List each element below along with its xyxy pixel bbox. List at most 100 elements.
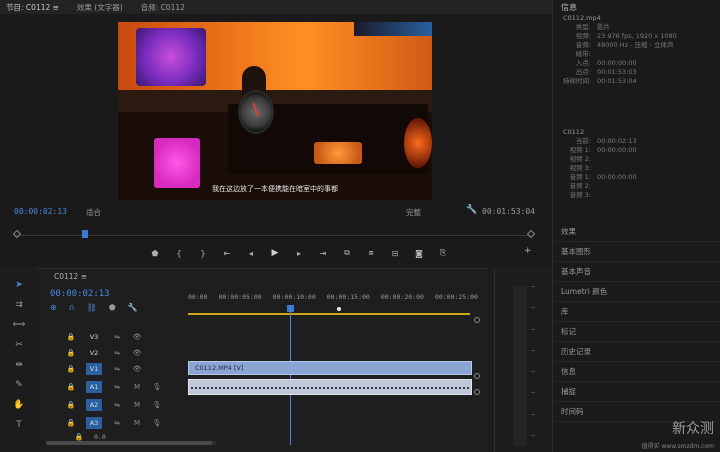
track-end-icon: [474, 317, 480, 323]
watch-object: [238, 90, 274, 134]
eye-icon[interactable]: 👁: [132, 349, 142, 357]
panel-tabs: 节目: C0112 ≡ 效果 (文字器) 音频: C0112: [0, 0, 552, 14]
zoom-select[interactable]: 适合: [86, 207, 101, 218]
timeline-panel: C0112 ≡ 00:00:02:13 ⊕ ∩ ⛓ ⬟ 🔧 00:00 00:0…: [38, 268, 488, 452]
selection-icon[interactable]: ➤: [15, 280, 23, 290]
slip-icon[interactable]: ⇹: [15, 360, 23, 370]
lock-icon[interactable]: 🔒: [66, 401, 76, 409]
mic-icon[interactable]: 🎙: [152, 401, 162, 409]
sync-icon[interactable]: ⇋: [112, 383, 122, 391]
timeline-scroll-thumb[interactable]: [46, 441, 212, 445]
mic-icon[interactable]: 🎙: [152, 419, 162, 427]
panel-item-essential-graphics[interactable]: 基本图形: [555, 242, 719, 262]
tools-panel: ➤ ⇉ ⟺ ✂ ⇹ ✎ ✋ T: [8, 276, 30, 436]
resolution-select[interactable]: 完整: [406, 207, 421, 218]
sync-icon[interactable]: ⇋: [112, 401, 122, 409]
lock-icon[interactable]: 🔒: [66, 333, 76, 341]
audio-meter: [494, 268, 552, 452]
settings-wrench-icon[interactable]: 🔧: [128, 303, 138, 312]
clip-info: C0112.mp4 类型: 影片 视频: 23.976 fps, 1920 x 10…: [563, 14, 677, 85]
overwrite-icon[interactable]: ⧈: [366, 248, 376, 258]
video-clip[interactable]: C0112.MP4 [V]: [188, 361, 472, 375]
panel-item-effects[interactable]: 效果: [555, 222, 719, 242]
mute-icon[interactable]: M: [132, 419, 142, 427]
lock-icon: 🔒: [74, 433, 84, 441]
export-icon[interactable]: ⎘: [438, 248, 448, 258]
eye-icon[interactable]: 👁: [132, 333, 142, 341]
pen-icon[interactable]: ✎: [15, 380, 23, 390]
watermark-text: 新众测: [672, 421, 714, 437]
sync-icon[interactable]: ⇋: [112, 349, 122, 357]
type-icon[interactable]: T: [16, 420, 22, 430]
watermark-url: 值得买 www.smzdm.com: [641, 443, 714, 450]
time-ruler[interactable]: 00:00 00:00:05:00 00:00:10:00 00:00:15:0…: [188, 293, 478, 307]
track-select-icon[interactable]: ⇉: [15, 300, 23, 310]
meter-bar: [513, 286, 527, 446]
razor-icon[interactable]: ✂: [15, 340, 23, 350]
panel-item-markers[interactable]: 标记: [555, 322, 719, 342]
out-point-icon: [526, 229, 536, 239]
playhead-timecode[interactable]: 00:00:02:13: [14, 207, 67, 216]
lock-icon[interactable]: 🔒: [66, 383, 76, 391]
work-area-bar[interactable]: [188, 313, 470, 315]
tab-effects-controls[interactable]: 效果 (文字器): [77, 2, 123, 13]
add-marker-icon[interactable]: ⬟: [109, 303, 116, 312]
lock-icon[interactable]: 🔒: [66, 365, 76, 373]
wrench-icon[interactable]: 🔧: [466, 205, 477, 215]
video-subtitle: 我在这边放了一本便携能在暗室中的事都: [212, 185, 338, 193]
camera-icon[interactable]: ◙: [414, 249, 424, 258]
monitor-scrubber[interactable]: [12, 228, 536, 242]
tab-audio-clip-mixer[interactable]: 音频: C0112: [141, 2, 185, 13]
snap-icon[interactable]: ∩: [69, 303, 75, 312]
goto-out-icon[interactable]: ⇥: [318, 249, 328, 258]
track-header-v1: 🔒 V1 ⇋ 👁: [66, 363, 142, 375]
sync-icon[interactable]: ⇋: [112, 333, 122, 341]
scrub-playhead[interactable]: [82, 230, 88, 238]
eye-icon[interactable]: 👁: [132, 365, 142, 373]
audio-clip[interactable]: [188, 379, 472, 395]
panel-item-essential-sound[interactable]: 基本声音: [555, 262, 719, 282]
in-point-icon: [12, 229, 22, 239]
play-icon[interactable]: ▶: [270, 248, 280, 258]
timeline-timecode[interactable]: 00:00:02:13: [50, 289, 110, 299]
marker-icon[interactable]: ⬟: [150, 249, 160, 258]
ripple-icon[interactable]: ⟺: [13, 320, 26, 330]
sequence-tab[interactable]: C0112 ≡: [54, 272, 87, 281]
track-header-a2: 🔒 A2 ⇋ M 🎙: [66, 399, 162, 411]
insert-icon[interactable]: ⧉: [342, 248, 352, 258]
nest-icon[interactable]: ⊕: [50, 303, 57, 312]
track-end-icon: [474, 389, 480, 395]
mic-icon[interactable]: 🎙: [152, 383, 162, 391]
out-icon[interactable]: }: [198, 249, 208, 258]
panel-item-libraries[interactable]: 库: [555, 302, 719, 322]
lock-icon[interactable]: 🔒: [66, 349, 76, 357]
transport-controls: ⬟ { } ⇤ ◂ ▶ ▸ ⇥ ⧉ ⧈ ⊟ ◙ ⎘: [150, 246, 448, 260]
lock-icon[interactable]: 🔒: [66, 419, 76, 427]
panel-item-info[interactable]: 信息: [555, 362, 719, 382]
in-icon[interactable]: {: [174, 249, 184, 258]
add-button[interactable]: +: [524, 246, 532, 256]
sequence-info: C0112 当前: 00:00:02:13 视频 1: 00:00:00:00 视频…: [563, 128, 637, 199]
sync-icon[interactable]: ⇋: [112, 419, 122, 427]
lift-icon[interactable]: ⊟: [390, 249, 400, 258]
tab-program[interactable]: 节目: C0112 ≡: [6, 2, 59, 13]
mute-icon[interactable]: M: [132, 401, 142, 409]
track-header-a1: 🔒 A1 ⇋ M 🎙: [66, 381, 162, 393]
step-forward-icon[interactable]: ▸: [294, 249, 304, 258]
panel-item-capture[interactable]: 捕捉: [555, 382, 719, 402]
program-monitor: 我在这边放了一本便携能在暗室中的事都 00:00:02:13 适合 完整 🔧 0…: [0, 14, 552, 267]
sync-icon[interactable]: ⇋: [112, 365, 122, 373]
timeline-scrollbar[interactable]: [46, 441, 216, 445]
hand-icon[interactable]: ✋: [13, 400, 24, 410]
goto-in-icon[interactable]: ⇤: [222, 249, 232, 258]
linked-select-icon[interactable]: ⛓: [87, 303, 97, 312]
track-header-v3: 🔒 V3 ⇋ 👁: [66, 333, 142, 341]
step-back-icon[interactable]: ◂: [246, 249, 256, 258]
track-header-v2: 🔒 V2 ⇋ 👁: [66, 349, 142, 357]
panel-item-history[interactable]: 历史记录: [555, 342, 719, 362]
timeline-playhead[interactable]: [290, 305, 291, 445]
panel-item-lumetri-color[interactable]: Lumetri 颜色: [555, 282, 719, 302]
mute-icon[interactable]: M: [132, 383, 142, 391]
timeline-marker[interactable]: [337, 307, 341, 311]
info-panel-title[interactable]: 信息: [561, 2, 577, 13]
